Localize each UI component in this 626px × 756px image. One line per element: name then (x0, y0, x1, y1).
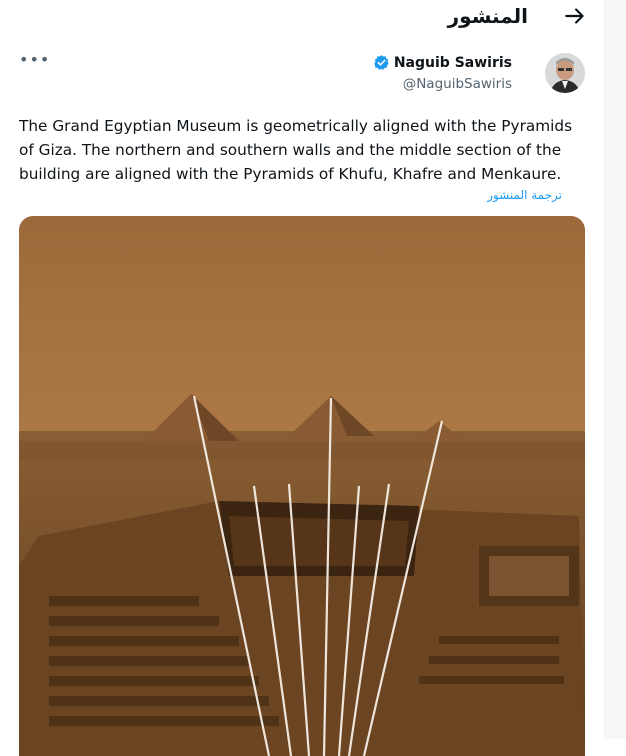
more-icon[interactable]: ••• (19, 50, 50, 69)
verified-badge-icon (374, 55, 389, 70)
post-panel: المنشور ••• Naguib Sawiris @NaguibSawiri… (0, 0, 605, 756)
translate-post-link[interactable]: ترجمة المنشور (487, 188, 562, 202)
page-title: المنشور (447, 4, 528, 28)
author-handle[interactable]: @NaguibSawiris (403, 76, 512, 92)
author-name-row: Naguib Sawiris (373, 54, 512, 71)
avatar[interactable] (545, 53, 585, 93)
avatar-image (545, 53, 585, 93)
post-media[interactable] (19, 216, 585, 756)
author-name[interactable]: Naguib Sawiris (394, 55, 512, 71)
scrollbar[interactable] (605, 0, 626, 739)
museum-pyramids-photo (19, 216, 585, 756)
arrow-icon[interactable] (562, 3, 588, 29)
post-text: The Grand Egyptian Museum is geometrical… (19, 117, 573, 183)
post-header: المنشور (0, 0, 604, 38)
